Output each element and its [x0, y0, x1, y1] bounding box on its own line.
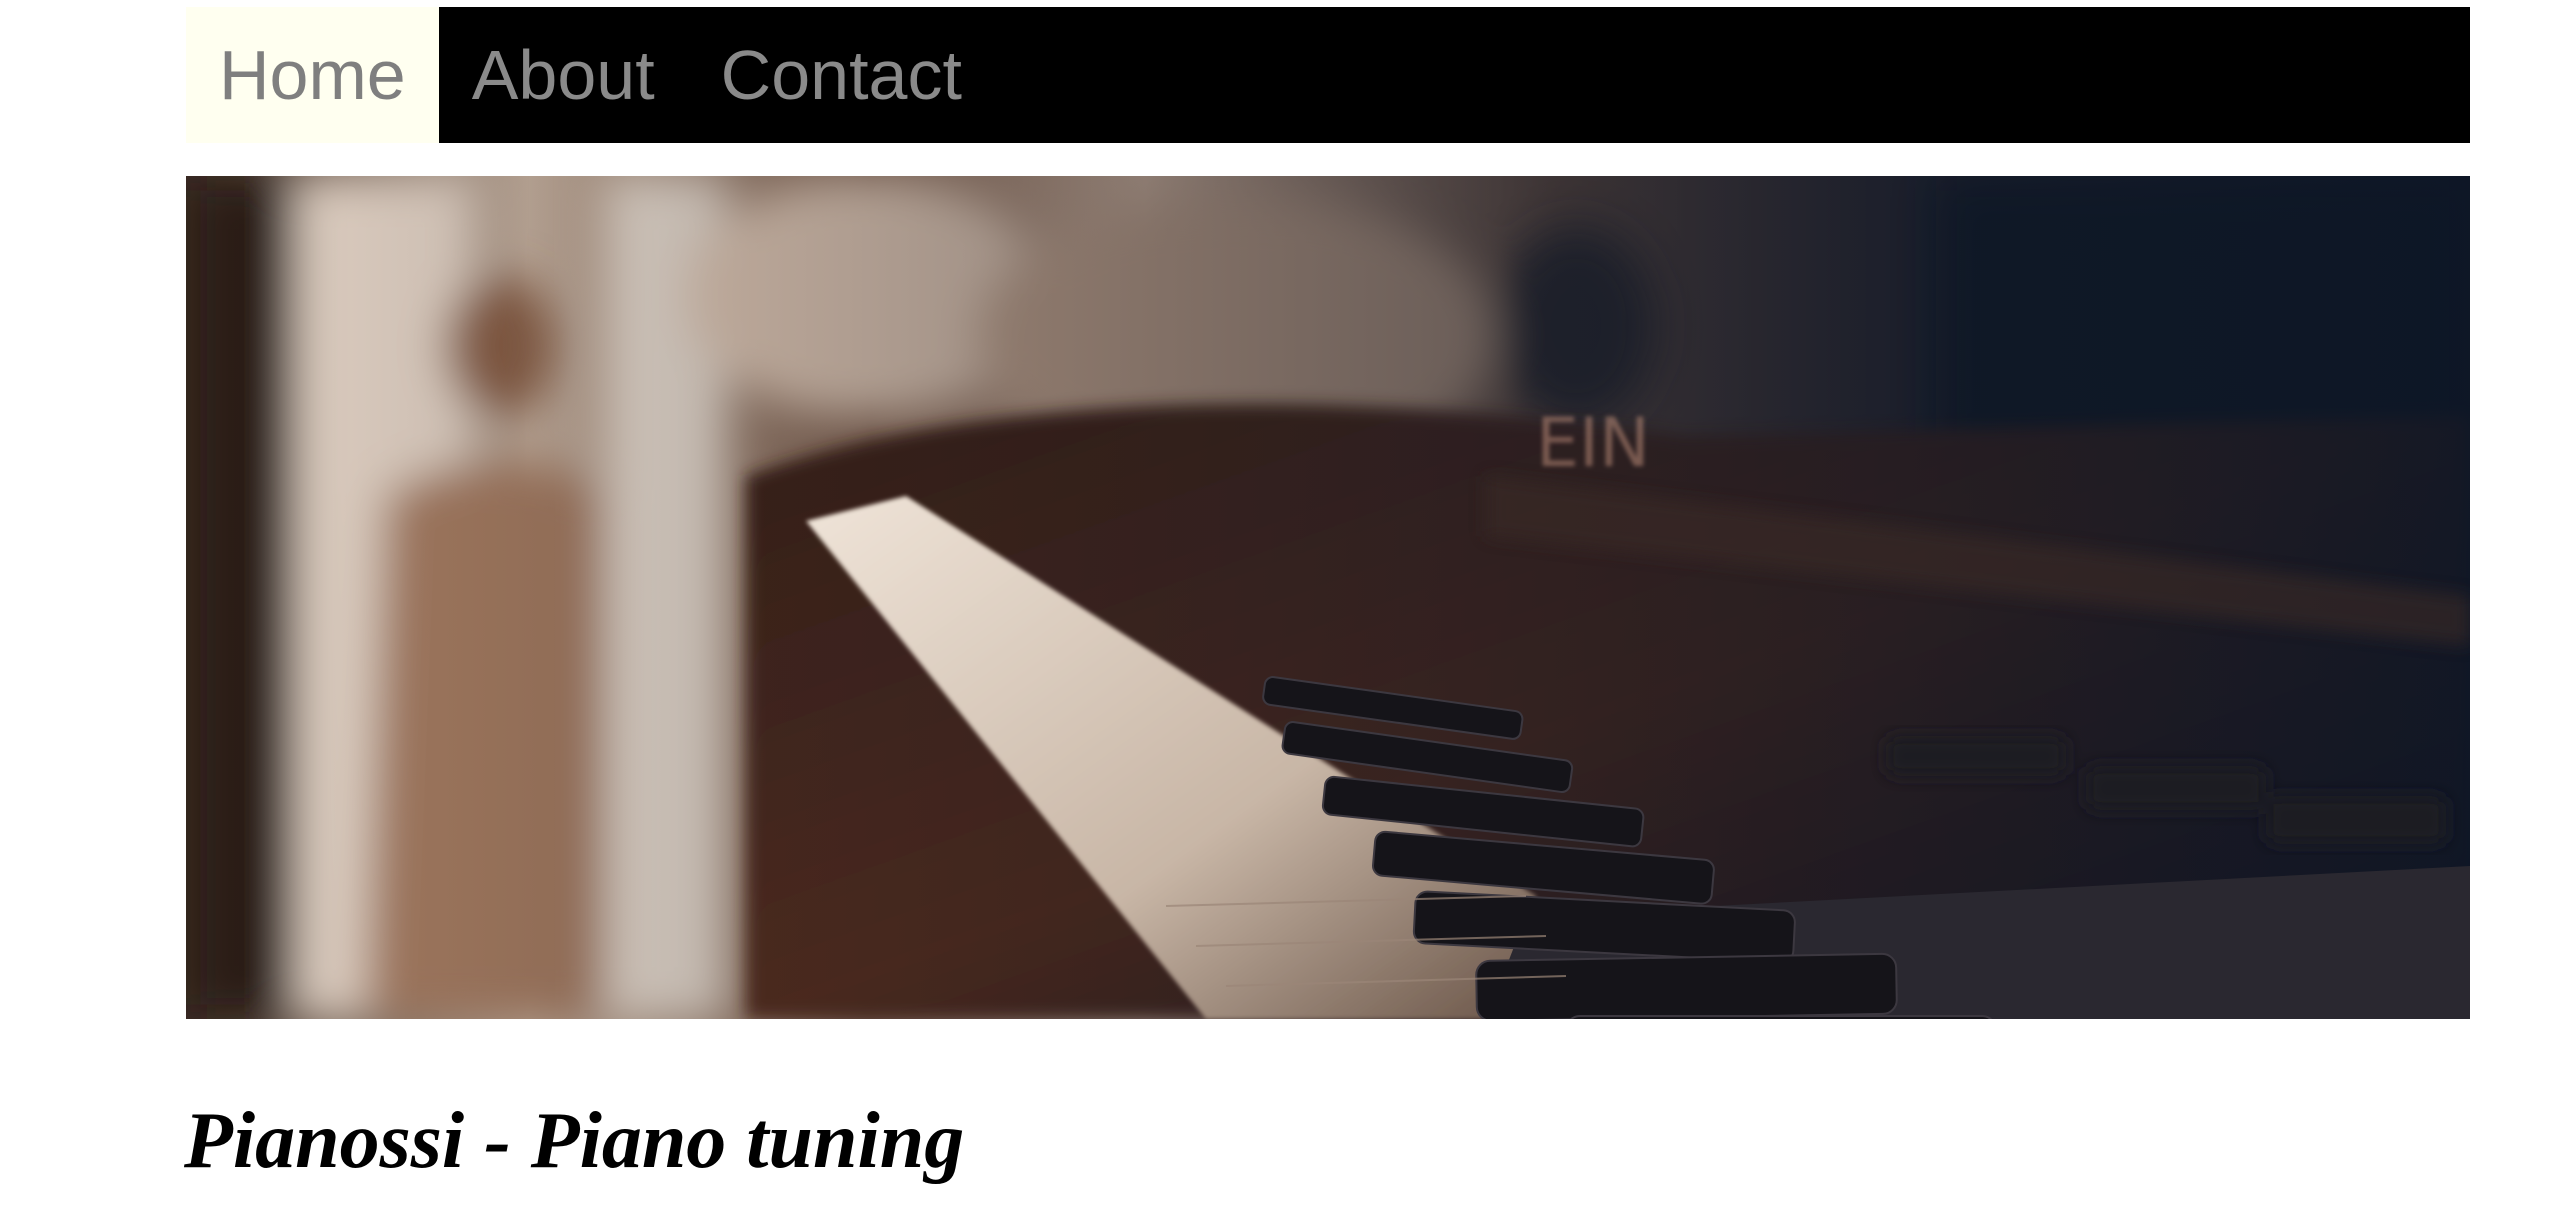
- nav-link-contact[interactable]: Contact: [688, 7, 995, 143]
- nav-link-home[interactable]: Home: [186, 7, 439, 143]
- page: Home About Contact EIN Pianossi - Piano …: [0, 0, 2554, 1220]
- piano-keys-photo-icon: EIN: [186, 176, 2470, 1019]
- svg-text:EIN: EIN: [1536, 404, 1650, 483]
- page-title: Pianossi - Piano tuning: [184, 1097, 965, 1185]
- top-navigation-bar: Home About Contact: [186, 7, 2470, 143]
- hero-piano-image: EIN: [186, 176, 2470, 1019]
- nav-link-about[interactable]: About: [439, 7, 688, 143]
